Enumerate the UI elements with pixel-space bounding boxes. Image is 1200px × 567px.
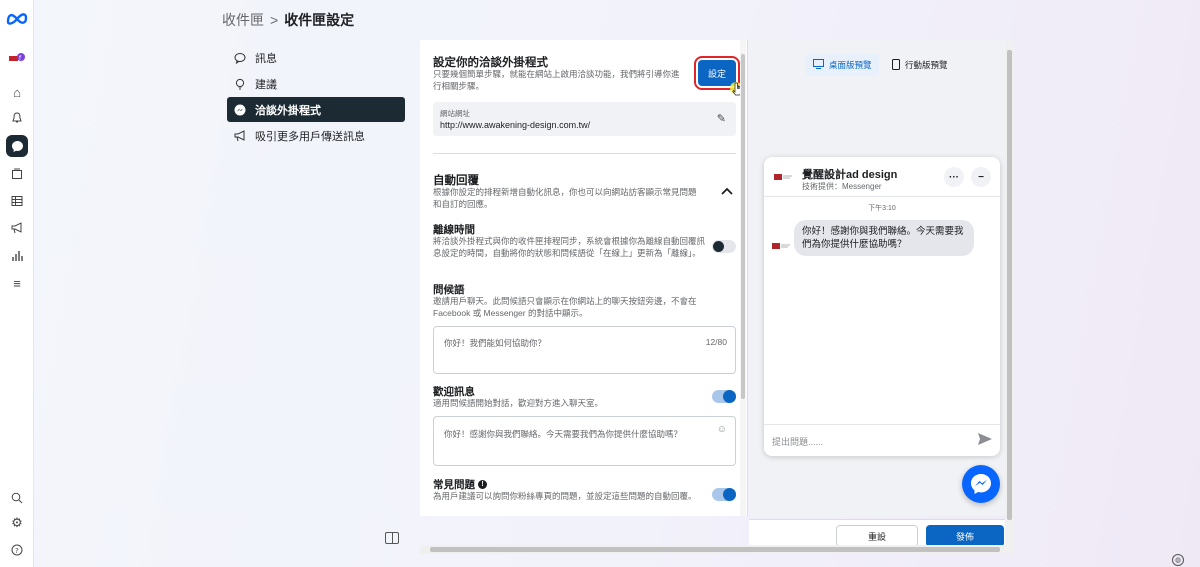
plugin-title: 設定你的洽談外掛程式 [433,57,548,69]
nav-item-label: 訊息 [255,52,277,65]
chat-footer: 提出問題...... [764,424,1000,456]
inbox-chat-icon[interactable] [6,135,28,157]
lightbulb-icon [233,77,247,91]
content-icon[interactable] [6,163,28,185]
preview-scrollbar[interactable] [1005,40,1014,548]
brand-logo-icon [774,174,792,180]
emoji-icon[interactable]: ☺ [717,424,727,435]
away-title: 離線時間 [433,224,475,236]
minimize-button[interactable]: − [971,167,991,187]
monitor-icon [813,59,824,71]
welcome-title: 歡迎訊息 [433,386,475,398]
faq-desc: 為用戶建議可以詢問你粉絲專頁的問題，並設定這些問題的自動回覆。 [433,491,697,501]
scrollbar-thumb[interactable] [741,54,745,399]
greeting-desc: 邀請用戶聊天。此問候語只會顯示在你網站上的聊天按鈕旁邊，不會在 Facebook… [433,296,697,318]
divider [433,153,736,154]
horizontal-scrollbar[interactable] [420,545,1014,554]
welcome-textarea[interactable]: 你好！感謝你與我們聯絡。今天需要我們為你提供什麼協助嗎？ ☺ [433,416,736,466]
chat-page-name: 覺醒設計ad design [802,169,898,181]
greeting-title: 問候語 [433,284,465,296]
faq-title: 常見問題 [433,479,475,491]
settings-nav: 訊息 建議 洽談外掛程式 吸引更多用戶傳送訊息 [227,45,405,149]
left-rail: f ⌂ ≡ ⚙ ? [0,0,34,567]
url-value: http://www.awakening-design.com.tw/ [440,120,591,130]
breadcrumb-separator: > [270,12,279,28]
nav-item-chat-plugin[interactable]: 洽談外掛程式 [227,97,405,122]
publish-button[interactable]: 發佈 [926,525,1004,547]
search-icon[interactable] [6,487,28,509]
nav-item-suggestions[interactable]: 建議 [227,71,405,96]
breadcrumb: 收件匣 > 收件匣設定 [222,10,354,30]
tab-desktop-preview[interactable]: 桌面版預覽 [806,54,879,76]
collapse-panel-icon[interactable] [385,532,399,544]
menu-icon[interactable]: ≡ [6,272,28,294]
greeting-textarea[interactable]: 你好！我們能如何協助你？ 12/80 [433,326,736,374]
away-toggle[interactable] [712,240,736,253]
away-desc: 將洽談外掛程式與你的收件匣排程同步，系統會根據你為離線自動回覆訊息設定的時間，自… [433,236,706,258]
action-bar: 重設 發佈 [749,519,1005,547]
send-icon[interactable] [978,432,992,448]
reset-button[interactable]: 重設 [836,525,918,547]
breadcrumb-parent[interactable]: 收件匣 [222,10,264,30]
plugin-desc: 只要幾個簡單步驟，就能在網站上啟用洽談功能，我們將引導你進行相關步驟。 [433,69,680,91]
url-label: 網站網址 [440,109,470,118]
info-icon[interactable]: ! [478,480,487,489]
chat-message-bubble: 你好！感謝你與我們聯絡。今天需要我們為你提供什麼協助嗎？ [794,220,974,256]
settings-scrollbar[interactable] [740,40,746,516]
chat-powered-by: 技術提供：Messenger [802,182,882,191]
preview-panel: 桌面版預覽 行動版預覽 覺醒設計ad design 技術提供：Messenger… [749,40,1005,516]
settings-gear-icon[interactable]: ⚙ [6,512,28,534]
chat-bubble-icon [233,51,247,65]
messenger-icon [233,103,247,117]
bell-icon[interactable] [6,107,28,129]
scrollbar-thumb[interactable] [430,547,1000,552]
svg-text:?: ? [15,547,19,555]
greeting-text: 你好！我們能如何協助你？ [444,338,547,348]
nav-item-label: 建議 [255,78,277,91]
more-options-button[interactable]: ··· [944,167,964,187]
chat-preview-window: 覺醒設計ad design 技術提供：Messenger ··· − 下午3:1… [764,157,1000,456]
insights-icon[interactable] [6,245,28,267]
chat-header: 覺醒設計ad design 技術提供：Messenger ··· − [764,157,1000,197]
faq-title-row: 常見問題 ! [433,477,487,492]
breadcrumb-current: 收件匣設定 [284,12,355,28]
phone-icon [892,58,900,72]
website-url-field[interactable]: 網站網址 http://www.awakening-design.com.tw/… [433,102,736,136]
table-icon[interactable] [6,190,28,212]
home-icon[interactable]: ⌂ [6,81,28,103]
welcome-toggle[interactable] [712,390,736,403]
meta-logo-icon[interactable] [4,10,30,26]
scrollbar-thumb[interactable] [1007,50,1012,520]
page-avatar-icon[interactable]: f [6,47,28,69]
megaphone-icon [233,129,247,143]
auto-reply-desc: 根據你設定的排程新增自動化訊息，你也可以向網站訪客顯示常見問題和自訂的回應。 [433,187,697,209]
tab-mobile-preview[interactable]: 行動版預覽 [885,54,955,76]
nav-item-messages[interactable]: 訊息 [227,45,405,70]
bubble-avatar-icon [772,243,790,249]
chat-input[interactable]: 提出問題...... [772,435,823,448]
greeting-char-counter: 12/80 [705,337,727,347]
messenger-fab-icon[interactable] [962,465,1000,503]
welcome-desc: 適用問候語開始對話，歡迎對方進入聊天室。 [433,398,604,408]
tab-desktop-label: 桌面版預覽 [829,60,872,70]
chat-timestamp: 下午3:10 [868,205,896,212]
ads-megaphone-icon[interactable] [6,217,28,239]
chevron-up-icon[interactable] [721,187,733,195]
globe-icon[interactable]: ◍ [1172,554,1184,566]
settings-panel: 設定你的洽談外掛程式 只要幾個簡單步驟，就能在網站上啟用洽談功能，我們將引導你進… [420,40,748,516]
nav-item-label: 吸引更多用戶傳送訊息 [255,130,365,143]
nav-item-label: 洽談外掛程式 [255,104,321,117]
pencil-icon[interactable]: ✎ [717,112,726,125]
faq-toggle[interactable] [712,488,736,501]
nav-item-get-more-messages[interactable]: 吸引更多用戶傳送訊息 [227,123,405,148]
tab-mobile-label: 行動版預覽 [905,60,948,70]
help-icon[interactable]: ? [6,539,28,561]
welcome-text: 你好！感謝你與我們聯絡。今天需要我們為你提供什麼協助嗎？ [444,429,683,439]
